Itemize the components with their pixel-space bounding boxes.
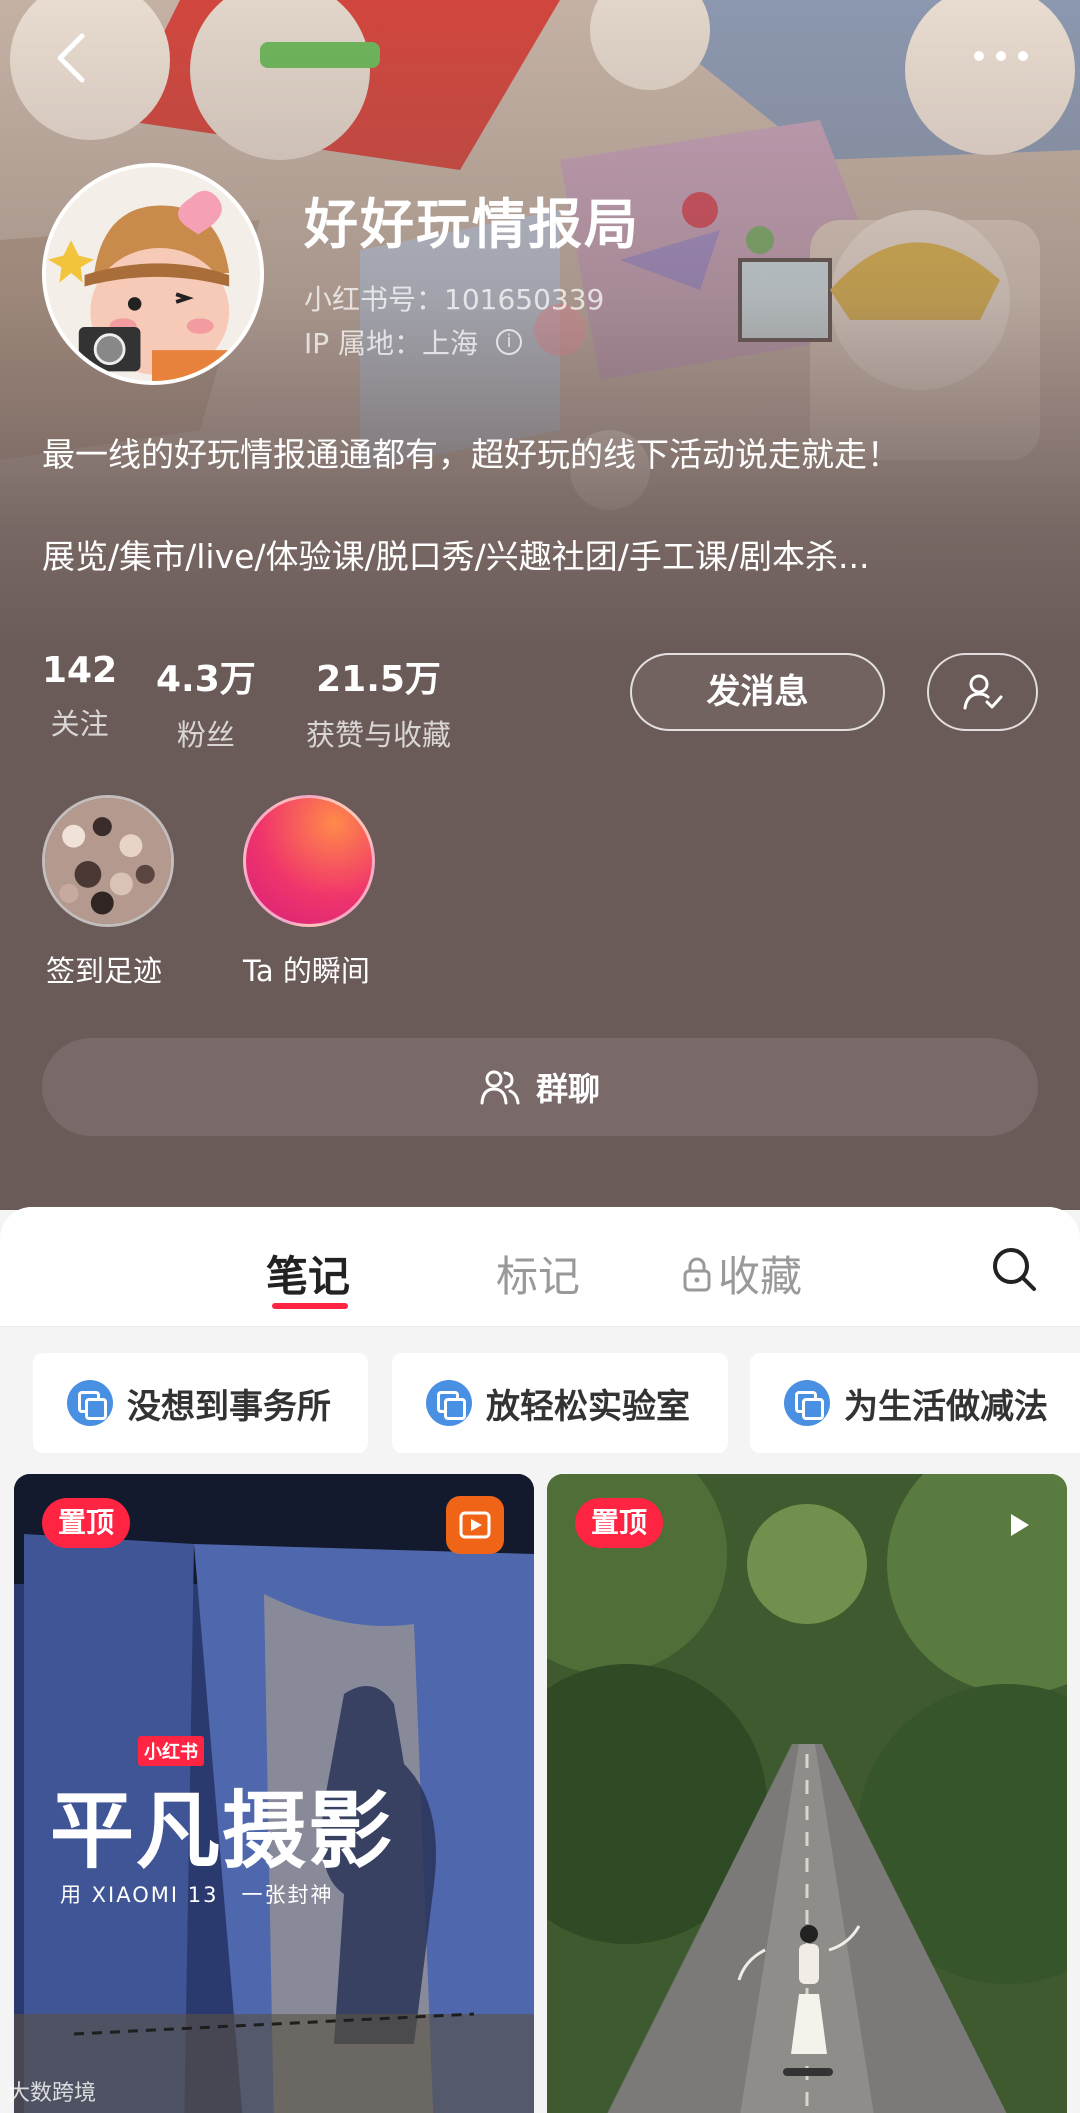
watermark: 大数跨境 bbox=[8, 2081, 97, 2106]
video-icon bbox=[459, 1511, 491, 1539]
tab-collections[interactable]: 收藏 bbox=[682, 1243, 802, 1304]
collection-chip[interactable]: 放轻松实验室 bbox=[392, 1353, 728, 1453]
stat-following-label: 关注 bbox=[50, 707, 109, 741]
video-badge bbox=[446, 1496, 504, 1554]
collection-icon bbox=[784, 1380, 830, 1426]
stat-likes[interactable]: 21.5万 获赞与收藏 bbox=[306, 650, 451, 754]
collection-chip[interactable]: 为生活做减法 bbox=[750, 1353, 1080, 1453]
content-panel: 笔记 标记 收藏 没想到事务所 放轻松实验室 为生活做减法 置顶 小红书 平凡摄… bbox=[0, 1207, 1080, 2113]
stat-followers[interactable]: 4.3万 粉丝 bbox=[156, 650, 256, 754]
tab-collections-label: 收藏 bbox=[718, 1252, 803, 1301]
profile-bio-line-2[interactable]: 展览/集市/live/体验课/脱口秀/兴趣社团/手工课/剧本杀... bbox=[42, 530, 1042, 578]
highlight-moments[interactable] bbox=[243, 795, 375, 927]
tab-bar: 笔记 标记 收藏 bbox=[0, 1207, 1080, 1327]
highlight-checkin-label: 签到足迹 bbox=[46, 954, 163, 988]
profile-ip-location: IP 属地：上海 i bbox=[304, 322, 523, 362]
collection-icon bbox=[426, 1380, 472, 1426]
poster-title: 平凡摄影 bbox=[50, 1781, 395, 1880]
tab-active-indicator bbox=[272, 1303, 348, 1309]
note-cover-image bbox=[547, 1474, 1067, 2113]
highlight-checkin[interactable] bbox=[42, 795, 174, 927]
stat-following-value: 142 bbox=[42, 650, 118, 691]
pinned-badge: 置顶 bbox=[42, 1498, 131, 1548]
follow-status-button[interactable] bbox=[927, 653, 1038, 731]
profile-redid: 小红书号：101650339 bbox=[304, 283, 605, 316]
highlight-moments-label: Ta 的瞬间 bbox=[243, 954, 370, 988]
note-card[interactable]: 置顶 bbox=[547, 1474, 1067, 2113]
people-icon bbox=[480, 1070, 520, 1105]
profile-bio-line-1: 最一线的好玩情报通通都有，超好玩的线下活动说走就走！ bbox=[42, 435, 900, 474]
group-chat-label: 群聊 bbox=[535, 1070, 600, 1108]
profile-header: 好好玩情报局 小红书号：101650339 IP 属地：上海 i 最一线的好玩情… bbox=[0, 0, 1080, 1210]
stat-followers-label: 粉丝 bbox=[176, 718, 235, 752]
lock-icon bbox=[683, 1257, 711, 1291]
collection-chip-label: 放轻松实验室 bbox=[486, 1386, 690, 1427]
ip-label: IP 属地：上海 bbox=[304, 327, 479, 360]
highlight-checkin-thumb bbox=[42, 795, 174, 927]
poster-subtitle: 用 XIAOMI 13 一张封神 bbox=[60, 1883, 334, 1907]
search-icon[interactable] bbox=[990, 1245, 1038, 1293]
collection-icon bbox=[67, 1380, 113, 1426]
stat-likes-value: 21.5万 bbox=[316, 659, 441, 700]
pinned-badge: 置顶 bbox=[575, 1498, 664, 1548]
poster-brand: 小红书 bbox=[138, 1736, 204, 1766]
stat-followers-value: 4.3万 bbox=[156, 659, 256, 700]
avatar[interactable] bbox=[42, 163, 264, 385]
video-badge bbox=[989, 1496, 1047, 1554]
profile-nickname: 好好玩情报局 bbox=[304, 193, 640, 256]
more-icon[interactable] bbox=[966, 36, 1036, 76]
stat-following[interactable]: 142 关注 bbox=[42, 650, 117, 743]
play-icon bbox=[1011, 1514, 1029, 1536]
user-check-icon bbox=[963, 674, 1002, 710]
group-chat-button[interactable]: 群聊 bbox=[42, 1038, 1038, 1136]
tab-marked[interactable]: 标记 bbox=[496, 1243, 580, 1304]
collection-chip-label: 没想到事务所 bbox=[127, 1386, 331, 1427]
send-message-button[interactable]: 发消息 bbox=[630, 653, 885, 731]
note-card[interactable]: 置顶 小红书 平凡摄影 用 XIAOMI 13 一张封神 bbox=[14, 1474, 534, 2113]
collection-chip-label: 为生活做减法 bbox=[844, 1386, 1048, 1427]
stat-likes-label: 获赞与收藏 bbox=[306, 718, 452, 752]
back-icon[interactable] bbox=[44, 28, 100, 88]
highlight-moments-thumb bbox=[243, 795, 375, 927]
collection-chip[interactable]: 没想到事务所 bbox=[33, 1353, 368, 1453]
tab-notes[interactable]: 笔记 bbox=[266, 1243, 350, 1304]
info-icon[interactable]: i bbox=[496, 329, 523, 355]
